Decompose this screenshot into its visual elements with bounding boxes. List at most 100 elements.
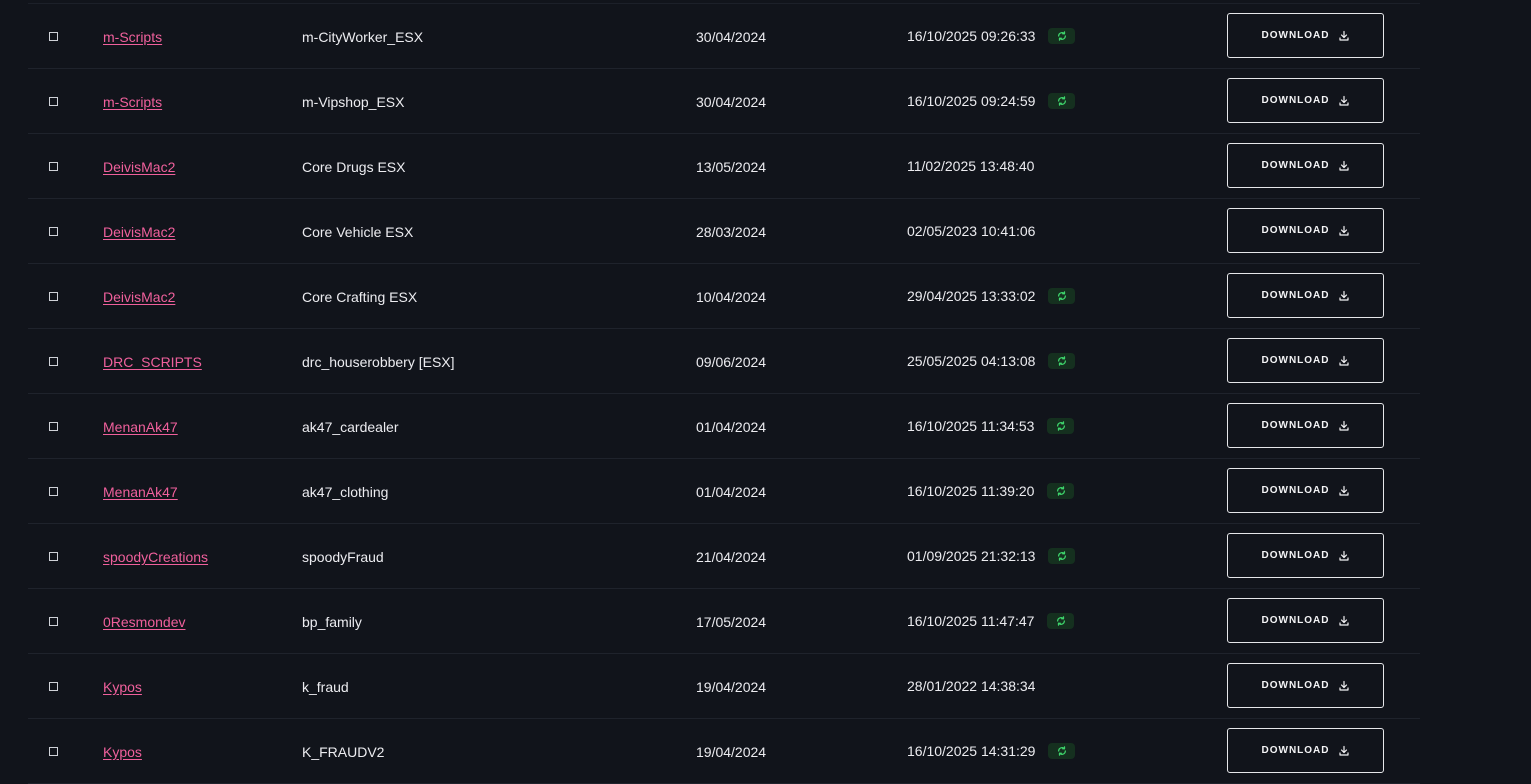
updated-cell: 29/04/2025 13:33:02: [907, 288, 1076, 304]
table-row: Kypos k_fraud 19/04/2024 28/01/2022 14:38:3…: [28, 654, 1420, 719]
updated-date: 25/05/2025 04:13:08: [907, 353, 1036, 369]
download-icon: [1338, 160, 1350, 172]
author-link[interactable]: MenanAk47: [103, 484, 178, 500]
created-date: 19/04/2024: [696, 679, 767, 695]
download-button[interactable]: DOWNLOAD: [1227, 338, 1384, 383]
created-date: 10/04/2024: [696, 289, 767, 305]
download-button[interactable]: DOWNLOAD: [1227, 598, 1384, 643]
download-icon: [1338, 225, 1350, 237]
download-icon: [1338, 95, 1350, 107]
download-button[interactable]: DOWNLOAD: [1227, 663, 1384, 708]
download-button[interactable]: DOWNLOAD: [1227, 13, 1384, 58]
row-checkbox[interactable]: [49, 357, 58, 366]
row-checkbox[interactable]: [49, 227, 58, 236]
download-icon: [1338, 290, 1350, 302]
resource-table: m-Scripts m-CityWorker_ESX 30/04/2024 16/10…: [28, 3, 1420, 784]
row-checkbox[interactable]: [49, 292, 58, 301]
updated-cell: 02/05/2023 10:41:06: [907, 223, 1035, 239]
created-date: 01/04/2024: [696, 484, 767, 500]
updated-cell: 16/10/2025 09:26:33: [907, 28, 1076, 44]
created-date: 09/06/2024: [696, 354, 767, 370]
author-link[interactable]: m-Scripts: [103, 29, 162, 45]
download-icon: [1338, 680, 1350, 692]
author-link[interactable]: m-Scripts: [103, 94, 162, 110]
updated-cell: 16/10/2025 09:24:59: [907, 93, 1076, 109]
updated-cell: 11/02/2025 13:48:40: [907, 158, 1034, 174]
download-label: DOWNLOAD: [1261, 290, 1330, 301]
author-link[interactable]: Kypos: [103, 744, 142, 760]
row-checkbox[interactable]: [49, 487, 58, 496]
download-button[interactable]: DOWNLOAD: [1227, 533, 1384, 578]
download-icon: [1338, 420, 1350, 432]
row-checkbox[interactable]: [49, 682, 58, 691]
updated-date: 16/10/2025 09:26:33: [907, 28, 1036, 44]
download-label: DOWNLOAD: [1261, 420, 1330, 431]
updated-cell: 16/10/2025 11:34:53: [907, 418, 1075, 434]
row-checkbox[interactable]: [49, 617, 58, 626]
updated-date: 16/10/2025 11:34:53: [907, 418, 1035, 434]
created-date: 21/04/2024: [696, 549, 767, 565]
row-checkbox[interactable]: [49, 747, 58, 756]
updated-date: 29/04/2025 13:33:02: [907, 288, 1036, 304]
download-label: DOWNLOAD: [1261, 30, 1330, 41]
row-checkbox[interactable]: [49, 162, 58, 171]
download-button[interactable]: DOWNLOAD: [1227, 143, 1384, 188]
row-checkbox[interactable]: [49, 552, 58, 561]
download-icon: [1338, 745, 1350, 757]
author-link[interactable]: DeivisMac2: [103, 159, 175, 175]
created-date: 28/03/2024: [696, 224, 767, 240]
author-link[interactable]: 0Resmondev: [103, 614, 186, 630]
resource-name: k_fraud: [302, 679, 349, 695]
row-checkbox[interactable]: [49, 97, 58, 106]
updated-date: 02/05/2023 10:41:06: [907, 223, 1036, 239]
download-button[interactable]: DOWNLOAD: [1227, 78, 1384, 123]
updated-cell: 28/01/2022 14:38:34: [907, 678, 1035, 694]
download-button[interactable]: DOWNLOAD: [1227, 273, 1384, 318]
table-row: DeivisMac2 Core Crafting ESX 10/04/2024 29/…: [28, 264, 1420, 329]
download-label: DOWNLOAD: [1261, 225, 1330, 236]
sync-icon: [1048, 93, 1076, 109]
updated-cell: 25/05/2025 04:13:08: [907, 353, 1076, 369]
download-label: DOWNLOAD: [1261, 355, 1330, 366]
download-button[interactable]: DOWNLOAD: [1227, 728, 1384, 773]
author-link[interactable]: DeivisMac2: [103, 289, 175, 305]
table-row: m-Scripts m-CityWorker_ESX 30/04/2024 16/10…: [28, 4, 1420, 69]
download-label: DOWNLOAD: [1261, 160, 1330, 171]
download-button[interactable]: DOWNLOAD: [1227, 403, 1384, 448]
updated-date: 11/02/2025 13:48:40: [907, 158, 1035, 174]
table-row: DRC_SCRIPTS drc_houserobbery [ESX] 09/06/2…: [28, 329, 1420, 394]
sync-icon: [1047, 483, 1075, 499]
updated-cell: 16/10/2025 14:31:29: [907, 743, 1076, 759]
updated-date: 16/10/2025 11:39:20: [907, 483, 1035, 499]
resource-name: spoodyFraud: [302, 549, 384, 565]
table-row: 0Resmondev bp_family 17/05/2024 16/10/2025 …: [28, 589, 1420, 654]
author-link[interactable]: Kypos: [103, 679, 142, 695]
download-button[interactable]: DOWNLOAD: [1227, 208, 1384, 253]
sync-icon: [1048, 743, 1076, 759]
sync-icon: [1048, 548, 1076, 564]
resource-name: m-Vipshop_ESX: [302, 94, 405, 110]
table-row: Kypos K_FRAUDV2 19/04/2024 16/10/2025 14:31…: [28, 719, 1420, 784]
row-checkbox[interactable]: [49, 422, 58, 431]
resource-name: Core Vehicle ESX: [302, 224, 414, 240]
resource-name: Core Crafting ESX: [302, 289, 418, 305]
created-date: 19/04/2024: [696, 744, 767, 760]
author-link[interactable]: spoodyCreations: [103, 549, 208, 565]
updated-date: 16/10/2025 14:31:29: [907, 743, 1036, 759]
sync-icon: [1048, 353, 1076, 369]
updated-date: 16/10/2025 09:24:59: [907, 93, 1036, 109]
download-label: DOWNLOAD: [1261, 550, 1330, 561]
table-row: MenanAk47 ak47_cardealer 01/04/2024 16/10/2…: [28, 394, 1420, 459]
row-checkbox[interactable]: [49, 32, 58, 41]
updated-date: 01/09/2025 21:32:13: [907, 548, 1036, 564]
author-link[interactable]: DeivisMac2: [103, 224, 175, 240]
created-date: 13/05/2024: [696, 159, 767, 175]
download-button[interactable]: DOWNLOAD: [1227, 468, 1384, 513]
table-row: m-Scripts m-Vipshop_ESX 30/04/2024 16/10/20…: [28, 69, 1420, 134]
table-row: spoodyCreations spoodyFraud 21/04/2024 01/0…: [28, 524, 1420, 589]
resource-name: ak47_clothing: [302, 484, 389, 500]
author-link[interactable]: MenanAk47: [103, 419, 178, 435]
download-label: DOWNLOAD: [1261, 615, 1330, 626]
author-link[interactable]: DRC_SCRIPTS: [103, 354, 202, 370]
download-label: DOWNLOAD: [1261, 95, 1330, 106]
